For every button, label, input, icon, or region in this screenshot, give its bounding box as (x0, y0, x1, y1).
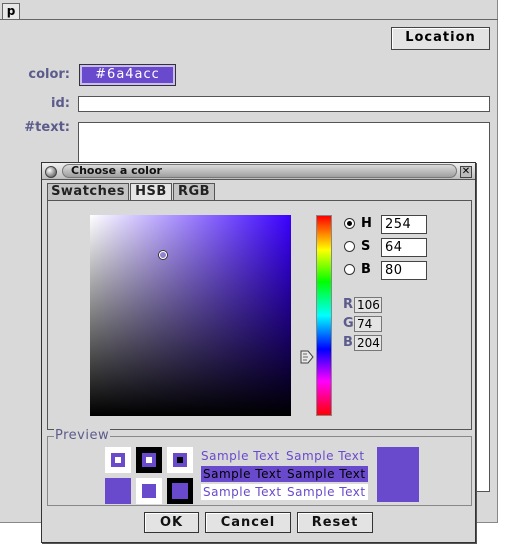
preview-label: Preview (54, 428, 111, 443)
radio-s[interactable] (344, 241, 355, 252)
b-label: B (361, 262, 371, 277)
sample-text: Sample Text (287, 467, 366, 481)
dialog-title: Choose a color (62, 164, 457, 178)
sample-row-white: Sample Text Sample Text (201, 484, 368, 500)
sample-text: Sample Text (201, 449, 280, 463)
reset-button[interactable]: Reset (297, 512, 373, 533)
tab-divider (0, 19, 498, 20)
b-rgb-value: 204 (354, 335, 382, 351)
b-rgb-label: B (343, 335, 353, 350)
s-label: S (361, 239, 371, 254)
radio-h[interactable] (344, 218, 355, 229)
sample-row-filled: Sample Text Sample Text (201, 466, 368, 482)
sample-text: Sample Text (286, 449, 365, 463)
location-button[interactable]: Location (391, 27, 490, 50)
id-field[interactable] (78, 96, 490, 112)
hsb-panel: H 254 S 64 B 80 R 106 G 74 B 204 (47, 200, 472, 430)
h-label: H (361, 216, 372, 231)
s-field[interactable]: 64 (381, 238, 427, 257)
color-chooser-dialog: Choose a color ✕ Swatches HSB RGB H 254 … (41, 162, 476, 543)
preview-panel: Preview Sample Text Sample Text Sample T… (47, 428, 472, 506)
cancel-button[interactable]: Cancel (205, 512, 291, 533)
color-value-button[interactable]: #6a4acc (79, 64, 176, 86)
preview-swatch (136, 447, 162, 473)
preview-swatch (105, 478, 131, 504)
sample-text: Sample Text (203, 467, 282, 481)
sample-text: Sample Text (203, 485, 282, 499)
window-menu-icon[interactable] (45, 166, 57, 178)
title-bar[interactable]: Choose a color ✕ (42, 163, 475, 180)
close-icon[interactable]: ✕ (460, 166, 472, 178)
g-value: 74 (354, 316, 382, 332)
id-label: id: (51, 96, 70, 111)
preview-swatch (136, 478, 162, 504)
color-label: color: (28, 67, 70, 82)
hue-slider[interactable] (316, 215, 332, 416)
preview-swatch (167, 478, 193, 504)
preview-color-block (377, 447, 419, 502)
tab-p[interactable]: p (2, 3, 20, 20)
g-label: G (343, 316, 354, 331)
sv-marker[interactable] (159, 251, 167, 259)
text-label: #text: (24, 120, 70, 135)
sample-text: Sample Text (287, 485, 366, 499)
h-field[interactable]: 254 (381, 215, 427, 234)
b-field[interactable]: 80 (381, 261, 427, 280)
preview-swatch (167, 447, 193, 473)
sample-row-plain: Sample Text Sample Text (201, 448, 368, 464)
tab-rgb[interactable]: RGB (173, 183, 215, 201)
saturation-brightness-picker[interactable] (90, 215, 291, 416)
r-value: 106 (354, 297, 382, 313)
hue-slider-thumb-icon[interactable] (300, 350, 314, 364)
r-label: R (343, 297, 354, 312)
preview-swatch (105, 447, 131, 473)
tab-swatches[interactable]: Swatches (47, 183, 129, 201)
radio-b[interactable] (344, 264, 355, 275)
ok-button[interactable]: OK (144, 512, 199, 533)
